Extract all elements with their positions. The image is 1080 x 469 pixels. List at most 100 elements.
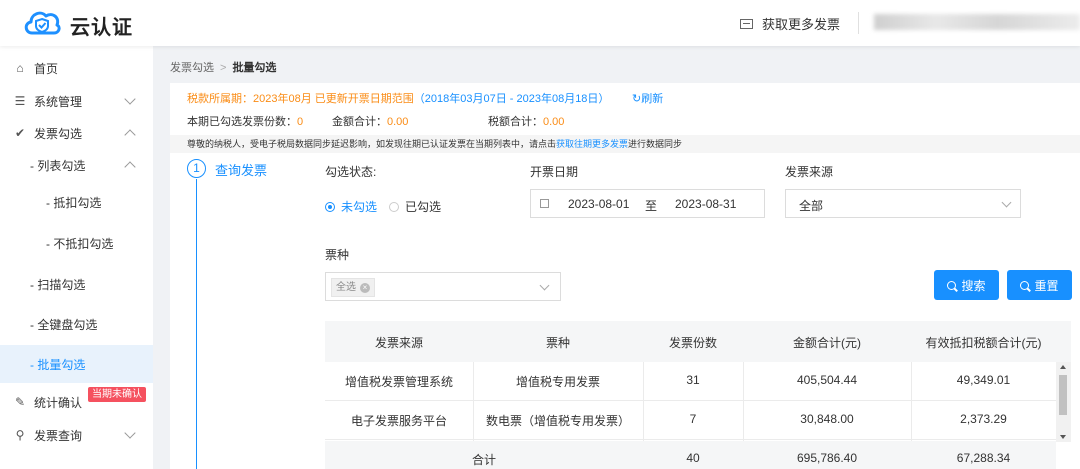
stat-tax-label: 税额合计：: [488, 116, 543, 128]
search-icon: [1020, 280, 1030, 290]
edit-icon: ✎: [14, 395, 26, 409]
date-from[interactable]: 2023-08-01: [568, 197, 629, 211]
sidebar-item-label: 发票勾选: [34, 126, 83, 141]
cell-type: 增值税专用发票: [515, 375, 600, 389]
source-label: 发票来源: [785, 165, 834, 179]
top-header: 云认证 获取更多发票: [0, 0, 1080, 46]
more-invoices-link[interactable]: 获取更多发票: [740, 14, 840, 33]
type-label: 票种: [325, 248, 350, 262]
content-card: 税款所属期：2023年08月 已更新开票日期范围（2018年03月07日 - 2…: [170, 83, 1080, 469]
breadcrumb-current: 批量勾选: [232, 62, 277, 74]
period-text: 税款所属期：2023年08月 已更新开票日期范围: [187, 93, 414, 105]
date-to[interactable]: 2023-08-31: [675, 197, 736, 211]
summary-row: 合计 40 695,786.40 67,288.34: [325, 441, 1056, 469]
sidebar-item-label: - 扫描勾选: [30, 277, 86, 292]
stat-amount: 金额合计：0.00: [332, 113, 408, 129]
breadcrumb-parent[interactable]: 发票勾选: [170, 62, 214, 74]
date-range-picker[interactable]: 2023-08-01 至 2023-08-31: [530, 189, 765, 218]
header-divider: [858, 12, 859, 34]
sidebar-item-home[interactable]: ⌂ 首页: [0, 53, 153, 83]
type-tag-label: 全选: [336, 282, 356, 293]
radio-label[interactable]: 已勾选: [405, 198, 441, 215]
sidebar-item-scan-check[interactable]: - 扫描勾选: [0, 269, 153, 299]
cloud-shield-logo-icon[interactable]: [22, 6, 62, 38]
column-header: 发票份数: [668, 336, 717, 350]
summary-amount: 695,786.40: [796, 451, 858, 465]
search-button[interactable]: 搜索: [934, 270, 999, 300]
cell-tax: 2,373.29: [960, 412, 1007, 426]
sidebar-item-deduct-check[interactable]: - 抵扣勾选: [0, 187, 153, 217]
scroll-up-icon[interactable]: [1060, 365, 1066, 369]
sidebar-item-system[interactable]: ☰ 系统管理: [0, 86, 153, 116]
cell-amount: 405,504.44: [796, 373, 858, 387]
sidebar: ⌂ 首页 ☰ 系统管理 ✔ 发票勾选 - 列表勾选 - 抵扣勾选 - 不抵扣勾选…: [0, 46, 153, 469]
sidebar-item-label: - 批量勾选: [30, 357, 86, 372]
reset-button-label: 重置: [1034, 278, 1059, 293]
sidebar-item-invoice-check[interactable]: ✔ 发票勾选: [0, 118, 153, 148]
more-invoices-label: 获取更多发票: [762, 17, 841, 32]
tag-close-icon[interactable]: ×: [360, 282, 370, 293]
reset-button[interactable]: 重置: [1007, 270, 1072, 300]
sidebar-item-label: - 全键盘勾选: [30, 317, 98, 332]
stat-amount-value: 0.00: [387, 116, 409, 128]
sidebar-item-keyboard-check[interactable]: - 全键盘勾选: [0, 309, 153, 339]
fetch-history-link[interactable]: 获取往期更多发票: [556, 139, 628, 149]
sidebar-item-label: 系统管理: [34, 94, 83, 109]
sidebar-item-label: - 抵扣勾选: [46, 195, 102, 210]
date-label: 开票日期: [530, 165, 579, 179]
cell-count: 31: [686, 373, 700, 387]
sidebar-item-label: - 不抵扣勾选: [46, 236, 114, 251]
source-value: 全部: [799, 199, 824, 213]
summary-tax: 67,288.34: [956, 451, 1011, 465]
date-separator: 至: [645, 199, 658, 213]
radio-label[interactable]: 未勾选: [341, 198, 377, 215]
calendar-icon: [540, 199, 549, 208]
column-divider: [743, 362, 744, 442]
sidebar-item-label: 发票查询: [34, 428, 83, 443]
column-header: 票种: [545, 336, 570, 350]
type-tag: 全选 ×: [331, 278, 375, 297]
search-button-label: 搜索: [961, 278, 986, 293]
app-title: 云认证: [70, 17, 133, 39]
column-header: 有效抵扣税额合计(元): [925, 336, 1042, 350]
sidebar-item-label: 统计确认: [34, 395, 83, 410]
column-divider: [643, 362, 644, 442]
step-line: [196, 179, 197, 469]
summary-count: 40: [686, 451, 700, 465]
cell-amount: 30,848.00: [800, 412, 854, 426]
column-header: 发票来源: [374, 336, 423, 350]
sidebar-item-label: 首页: [34, 61, 59, 76]
column-header: 金额合计(元): [793, 336, 861, 350]
radio-checked-option[interactable]: [389, 201, 400, 212]
table-row[interactable]: 电子发票服务平台 数电票（增值税专用发票） 7 30,848.00 2,373.…: [325, 401, 1056, 440]
chevron-up-icon: [124, 161, 136, 173]
sidebar-item-batch-check[interactable]: - 批量勾选: [0, 345, 153, 383]
stat-count: 本期已勾选发票份数：0: [187, 113, 303, 129]
column-divider: [473, 362, 474, 442]
invoice-icon: [740, 18, 753, 29]
stat-count-label: 本期已勾选发票份数：: [187, 116, 297, 128]
scrollbar-thumb[interactable]: [1059, 375, 1067, 415]
table-scrollbar[interactable]: [1056, 362, 1071, 442]
main-content: 发票勾选 > 批量勾选 税款所属期：2023年08月 已更新开票日期范围（2018年…: [153, 46, 1080, 469]
sidebar-item-nondeduct-check[interactable]: - 不抵扣勾选: [0, 228, 153, 258]
summary-label: 合计: [471, 453, 496, 467]
status-radio-group: 未勾选 已勾选: [325, 198, 441, 215]
type-select[interactable]: 全选 ×: [325, 272, 561, 301]
cell-type: 数电票（增值税专用发票）: [485, 414, 630, 428]
table-row[interactable]: 增值税发票管理系统 增值税专用发票 31 405,504.44 49,349.0…: [325, 362, 1056, 401]
cell-source: 增值税发票管理系统: [344, 375, 453, 389]
source-select[interactable]: 全部: [785, 189, 1021, 218]
chevron-down-icon: [124, 93, 136, 105]
sidebar-item-label: - 列表勾选: [30, 158, 86, 173]
cell-tax: 49,349.01: [956, 373, 1011, 387]
stat-count-value: 0: [297, 116, 304, 128]
sync-notice: 尊敬的纳税人，受电子税局数据同步延迟影响，如发现往期已认证发票在当期列表中，请点…: [170, 135, 1080, 153]
refresh-link[interactable]: ↻刷新: [632, 90, 663, 106]
radio-unchecked-option[interactable]: [325, 201, 335, 212]
user-info-redacted[interactable]: [874, 14, 1080, 30]
scroll-down-icon[interactable]: [1060, 435, 1066, 439]
sidebar-item-invoice-query[interactable]: ⚲ 发票查询: [0, 420, 153, 450]
sidebar-item-list-check[interactable]: - 列表勾选: [0, 150, 153, 180]
stat-tax: 税额合计：0.00: [488, 113, 564, 129]
